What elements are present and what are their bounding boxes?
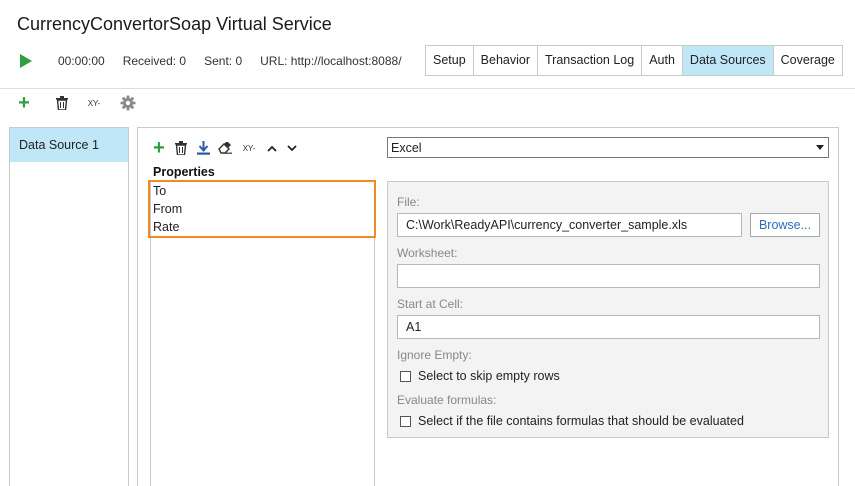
data-source-item[interactable]: Data Source 1 bbox=[10, 128, 128, 162]
tab-bar: Setup Behavior Transaction Log Auth Data… bbox=[425, 45, 843, 76]
ignore-empty-label: Ignore Empty: bbox=[397, 348, 472, 362]
tab-transaction-log[interactable]: Transaction Log bbox=[538, 46, 643, 75]
move-property-up-button[interactable] bbox=[266, 145, 278, 152]
window-title: CurrencyConvertorSoap Virtual Service bbox=[17, 14, 332, 34]
rename-property-button[interactable]: XY- bbox=[240, 144, 258, 153]
status-bar: 00:00:00 Received: 0 Sent: 0 URL: http:/… bbox=[20, 52, 402, 70]
list-item[interactable]: From bbox=[151, 200, 374, 218]
browse-button[interactable]: Browse... bbox=[750, 213, 820, 237]
gear-icon bbox=[120, 95, 136, 111]
tab-data-sources[interactable]: Data Sources bbox=[682, 46, 774, 75]
selected-type: Excel bbox=[391, 140, 422, 155]
start-cell-label: Start at Cell: bbox=[397, 297, 464, 311]
download-icon bbox=[196, 141, 210, 155]
properties-list: To From Rate bbox=[150, 181, 375, 486]
data-source-type-select[interactable]: Excel bbox=[387, 137, 829, 158]
evaluate-formulas-option[interactable]: Select if the file contains formulas tha… bbox=[400, 414, 744, 428]
move-property-down-button[interactable] bbox=[286, 144, 298, 152]
start-cell-field[interactable]: A1 bbox=[397, 315, 820, 339]
trash-icon bbox=[56, 96, 68, 110]
list-item[interactable]: To bbox=[151, 182, 374, 200]
list-item[interactable]: Rate bbox=[151, 218, 374, 236]
ignore-empty-checkbox-label: Select to skip empty rows bbox=[418, 369, 560, 383]
file-label: File: bbox=[397, 195, 420, 209]
ignore-empty-checkbox[interactable] bbox=[400, 370, 411, 382]
eraser-icon bbox=[218, 142, 232, 154]
rename-data-source-button[interactable]: XY- bbox=[84, 99, 104, 108]
delete-data-source-button[interactable] bbox=[54, 96, 70, 110]
properties-heading: Properties bbox=[153, 165, 215, 179]
evaluate-formulas-label: Evaluate formulas: bbox=[397, 393, 497, 407]
xy-icon: XY- bbox=[242, 143, 256, 153]
worksheet-label: Worksheet: bbox=[397, 246, 458, 260]
chevron-down-icon bbox=[287, 144, 297, 151]
trash-icon bbox=[175, 141, 187, 155]
chevron-up-icon bbox=[267, 145, 277, 152]
tab-auth[interactable]: Auth bbox=[642, 46, 683, 75]
xy-icon: XY- bbox=[87, 98, 101, 108]
ignore-empty-option[interactable]: Select to skip empty rows bbox=[400, 369, 560, 383]
service-url: URL: http://localhost:8088/ bbox=[260, 54, 402, 68]
tab-setup[interactable]: Setup bbox=[426, 46, 474, 75]
dropdown-arrow-icon bbox=[816, 145, 824, 150]
tab-behavior[interactable]: Behavior bbox=[473, 46, 539, 75]
tab-coverage[interactable]: Coverage bbox=[773, 46, 842, 75]
evaluate-formulas-checkbox-label: Select if the file contains formulas tha… bbox=[418, 414, 744, 428]
data-source-settings-button[interactable] bbox=[119, 95, 137, 111]
clear-properties-button[interactable] bbox=[218, 142, 232, 154]
excel-settings: File: C:\Work\ReadyAPI\currency_converte… bbox=[387, 181, 829, 438]
import-properties-button[interactable] bbox=[196, 141, 210, 155]
header-divider bbox=[0, 88, 855, 89]
file-path-field[interactable]: C:\Work\ReadyAPI\currency_converter_samp… bbox=[397, 213, 742, 237]
plus-icon: + bbox=[18, 92, 30, 114]
properties-toolbar: + XY- bbox=[152, 138, 306, 158]
delete-property-button[interactable] bbox=[174, 141, 188, 155]
elapsed-time: 00:00:00 bbox=[58, 54, 105, 68]
play-icon[interactable] bbox=[20, 54, 32, 68]
plus-icon: + bbox=[153, 137, 165, 159]
worksheet-field[interactable] bbox=[397, 264, 820, 288]
add-property-button[interactable]: + bbox=[152, 138, 166, 158]
evaluate-formulas-checkbox[interactable] bbox=[400, 415, 411, 427]
add-data-source-button[interactable]: + bbox=[16, 93, 32, 113]
sent-count: Sent: 0 bbox=[204, 54, 243, 68]
data-source-toolbar: + XY- bbox=[16, 93, 137, 113]
data-source-list: Data Source 1 bbox=[9, 127, 129, 486]
received-count: Received: 0 bbox=[122, 54, 187, 68]
